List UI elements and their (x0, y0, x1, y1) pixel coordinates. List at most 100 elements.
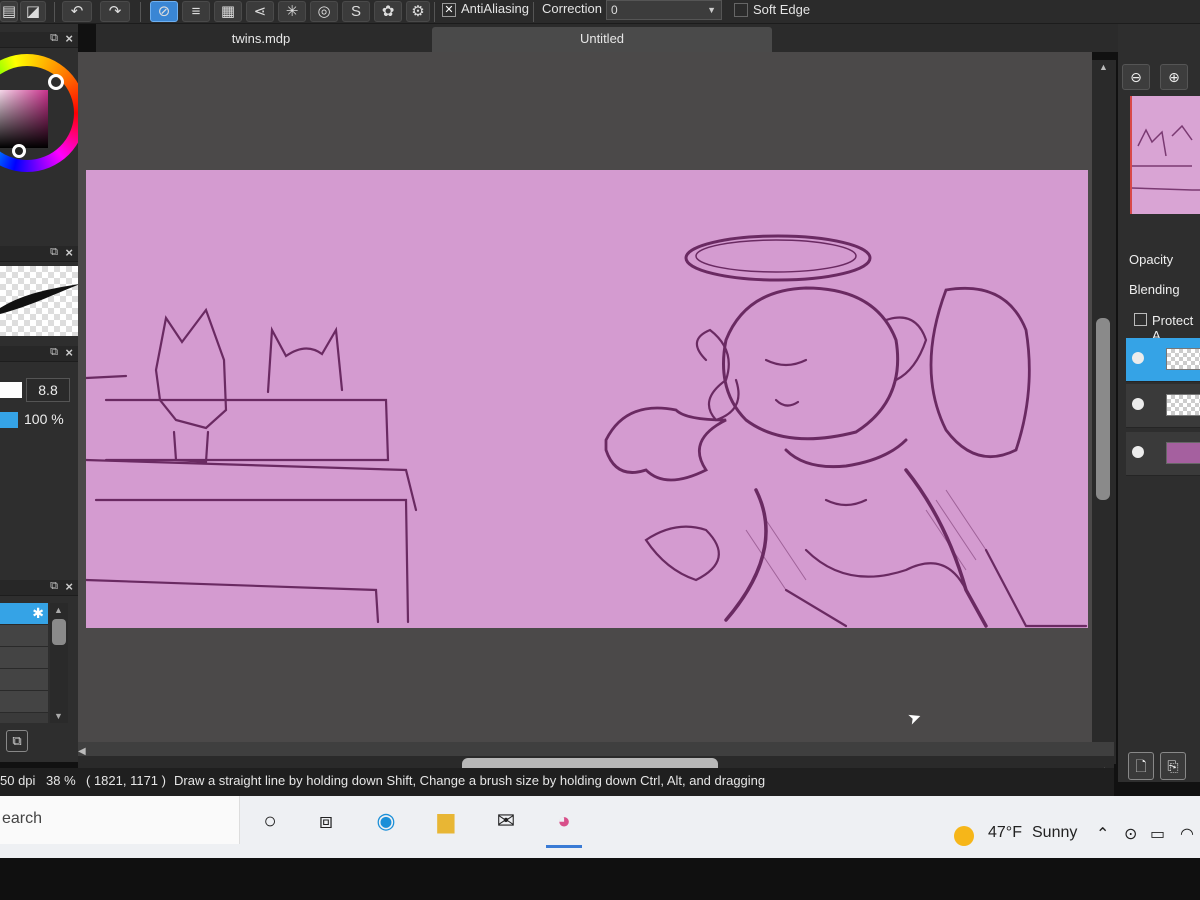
brush-opacity-value[interactable]: 100 % (24, 411, 64, 427)
curve-snap-icon[interactable]: S (342, 1, 370, 22)
popout-icon[interactable]: ⧉ (50, 246, 58, 259)
layer-thumbnail (1166, 394, 1200, 416)
popout-icon[interactable]: ⧉ (50, 32, 58, 45)
layer-opacity-label: Opacity (1129, 252, 1174, 267)
radial-snap-icon[interactable]: ✳ (278, 1, 306, 22)
canvas-viewport[interactable]: ➤ (78, 52, 1092, 742)
chevron-up-icon[interactable]: ⌃ (1096, 824, 1109, 844)
scroll-up-icon[interactable]: ▲ (1099, 62, 1108, 72)
layer-thumbnail (1166, 442, 1200, 464)
stroke-preview-graphic (0, 284, 80, 314)
zoom-in-icon[interactable]: ⊕ (1160, 64, 1188, 90)
scroll-left-icon[interactable]: ◀ (78, 746, 86, 757)
layer-item[interactable] (1126, 338, 1200, 382)
scrollbar-thumb[interactable] (52, 619, 66, 645)
gear-icon[interactable]: ✱ (32, 605, 44, 622)
status-zoom: 38 % (46, 773, 76, 788)
mail-icon[interactable]: ✉ (486, 802, 526, 842)
close-icon[interactable]: × (65, 31, 73, 46)
undo-icon[interactable]: ↶ (62, 1, 92, 22)
battery-icon[interactable]: ▭ (1150, 824, 1165, 844)
concentric-snap-icon[interactable]: ◎ (310, 1, 338, 22)
weather-description[interactable]: Sunny (1032, 824, 1077, 842)
screen-bezel (0, 858, 1200, 900)
snap-off-icon[interactable]: ⊘ (150, 1, 178, 22)
drawing-canvas[interactable] (86, 170, 1088, 628)
tab-twins[interactable]: twins.mdp (96, 27, 426, 52)
brush-preview-header: ⧉ × (0, 245, 78, 262)
perspective-snap-icon[interactable]: ⋖ (246, 1, 274, 22)
grid-snap-icon[interactable]: ▦ (214, 1, 242, 22)
soft-edge-checkbox[interactable] (734, 3, 748, 17)
scroll-up-icon[interactable]: ▲ (54, 605, 63, 615)
weather-temperature[interactable]: 47°F (988, 824, 1022, 842)
brush-list-scrollbar[interactable]: ▲ ▼ (50, 603, 68, 723)
antialiasing-checkbox[interactable]: ✕ (442, 3, 456, 17)
new-layer-icon[interactable]: 🗋 (1128, 752, 1154, 780)
mouse-cursor-icon: ➤ (905, 708, 925, 729)
status-hint: Draw a straight line by holding down Shi… (174, 773, 766, 788)
zoom-out-icon[interactable]: ⊖ (1122, 64, 1150, 90)
protect-alpha-checkbox[interactable] (1134, 313, 1147, 326)
toolbar-divider (533, 2, 534, 22)
layer-item[interactable] (1126, 384, 1200, 428)
correction-value: 0 (611, 3, 618, 17)
wifi-icon[interactable]: ◠ (1180, 824, 1194, 844)
saturation-value-square[interactable] (0, 90, 48, 148)
brush-size-input[interactable]: 8.8 (26, 378, 70, 402)
task-view-icon[interactable]: ⧈ (306, 802, 346, 842)
file-explorer-icon[interactable]: ▆ (426, 802, 466, 842)
layer-item[interactable] (1126, 432, 1200, 476)
layer-blending-label: Blending (1129, 282, 1180, 297)
list-item[interactable] (0, 647, 48, 669)
brush-stroke-preview (0, 266, 80, 336)
canvas-vertical-scrollbar[interactable]: ▲ ▼ (1092, 60, 1116, 764)
layout-icon[interactable]: ◪ (20, 1, 46, 22)
edge-icon[interactable]: ◉ (366, 802, 406, 842)
taskbar-search-box[interactable]: earch (0, 796, 240, 844)
search-text: earch (2, 810, 43, 827)
document-tabs: twins.mdp Untitled (96, 24, 1118, 52)
popout-icon[interactable]: ⧉ (50, 346, 58, 359)
windows-taskbar: earch ○ ⧈ ◉ ▆ ✉ ◕ 47°F Sunny ⌃ ⊙ ▭ ◠ (0, 796, 1200, 858)
antialiasing-label: AntiAliasing (461, 1, 529, 16)
duplicate-brush-icon[interactable]: ⧉ (6, 730, 28, 752)
status-coordinates: ( 1821, 1171 ) (86, 773, 166, 788)
settings-icon[interactable]: ⚙ (406, 1, 430, 22)
visibility-icon[interactable] (1132, 352, 1144, 364)
brush-list-header: ⧉ × (0, 579, 78, 596)
new-canvas-icon[interactable]: ▤ (0, 1, 18, 22)
list-item[interactable]: ✱ (0, 603, 48, 625)
redo-icon[interactable]: ↷ (100, 1, 130, 22)
hue-marker[interactable] (48, 74, 64, 90)
scrollbar-thumb[interactable] (1096, 318, 1110, 500)
toolbar-divider (54, 2, 55, 22)
list-item[interactable] (0, 691, 48, 713)
list-item[interactable] (0, 669, 48, 691)
symmetry-icon[interactable]: ✿ (374, 1, 402, 22)
parallel-snap-icon[interactable]: ≡ (182, 1, 210, 22)
brush-size-swatch (0, 382, 22, 398)
close-icon[interactable]: × (65, 245, 73, 260)
status-bar: 50 dpi 38 % ( 1821, 1171 ) Draw a straig… (0, 768, 1114, 796)
visibility-icon[interactable] (1132, 398, 1144, 410)
brush-list: ✱ (0, 603, 48, 723)
correction-label: Correction (542, 1, 602, 16)
cortana-icon[interactable]: ○ (250, 802, 290, 842)
brush-opacity-swatch (0, 412, 18, 428)
webcam-icon[interactable]: ⊙ (1124, 824, 1137, 844)
tab-untitled[interactable]: Untitled (432, 27, 772, 52)
chevron-down-icon: ▼ (707, 5, 716, 15)
list-item[interactable] (0, 625, 48, 647)
visibility-icon[interactable] (1132, 446, 1144, 458)
weather-sun-icon (954, 826, 974, 846)
color-marker[interactable] (12, 144, 26, 158)
scroll-down-icon[interactable]: ▼ (54, 711, 63, 721)
popout-icon[interactable]: ⧉ (50, 580, 58, 593)
new-layer-folder-icon[interactable]: ⎘ (1160, 752, 1186, 780)
medibang-app-icon[interactable]: ◕ (544, 802, 584, 848)
close-icon[interactable]: × (65, 579, 73, 594)
close-icon[interactable]: × (65, 345, 73, 360)
navigator-preview[interactable] (1130, 96, 1200, 214)
correction-select[interactable]: 0 ▼ (606, 0, 722, 20)
